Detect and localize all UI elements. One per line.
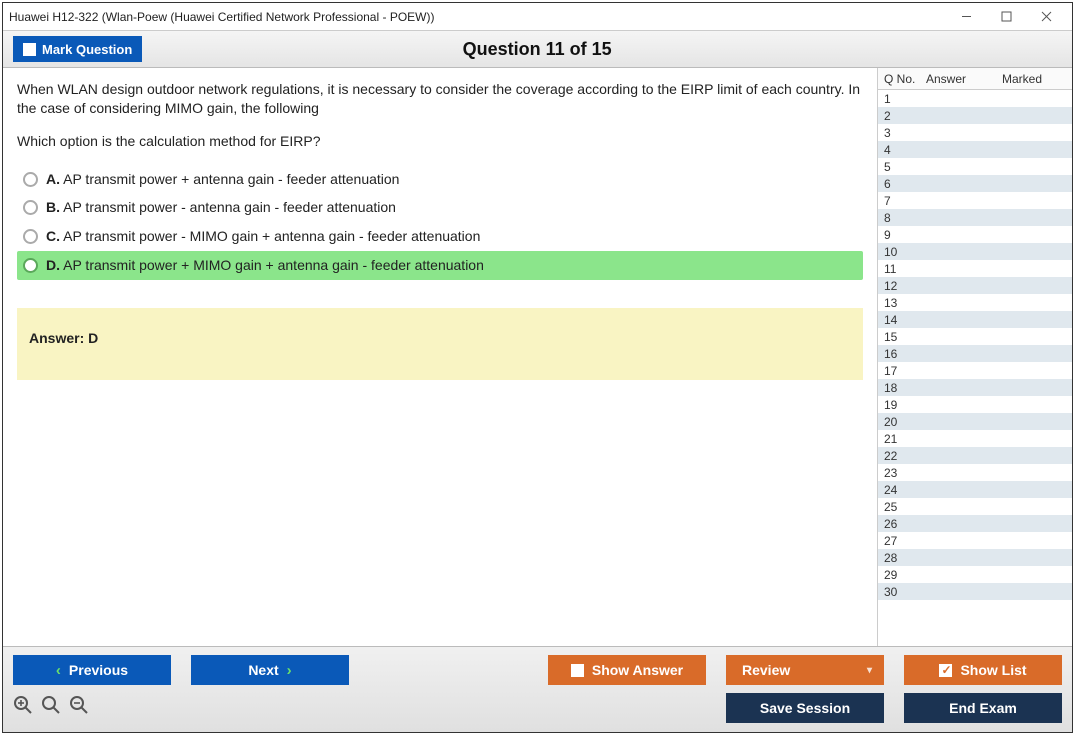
option-c-label: C. AP transmit power - MIMO gain + anten… bbox=[46, 228, 480, 245]
previous-button[interactable]: ‹ Previous bbox=[13, 655, 171, 685]
option-a[interactable]: A. AP transmit power + antenna gain - fe… bbox=[17, 165, 863, 194]
option-b-label: B. AP transmit power - antenna gain - fe… bbox=[46, 199, 396, 216]
mark-question-label: Mark Question bbox=[42, 42, 132, 57]
question-counter: Question 11 of 15 bbox=[142, 39, 932, 60]
radio-icon bbox=[23, 258, 38, 273]
options-list: A. AP transmit power + antenna gain - fe… bbox=[17, 165, 863, 280]
question-list-row[interactable]: 12 bbox=[878, 277, 1072, 294]
col-marked: Marked bbox=[996, 72, 1072, 86]
question-list-row[interactable]: 18 bbox=[878, 379, 1072, 396]
option-a-label: A. AP transmit power + antenna gain - fe… bbox=[46, 171, 399, 188]
question-paragraph-1: When WLAN design outdoor network regulat… bbox=[17, 80, 863, 118]
checkbox-icon bbox=[571, 664, 584, 677]
show-list-button[interactable]: Show List bbox=[904, 655, 1062, 685]
chevron-down-icon: ▾ bbox=[867, 665, 872, 676]
question-list-row[interactable]: 16 bbox=[878, 345, 1072, 362]
question-paragraph-2: Which option is the calculation method f… bbox=[17, 132, 863, 151]
option-b[interactable]: B. AP transmit power - antenna gain - fe… bbox=[17, 193, 863, 222]
next-button[interactable]: Next › bbox=[191, 655, 349, 685]
col-answer: Answer bbox=[920, 72, 996, 86]
titlebar: Huawei H12-322 (Wlan-Poew (Huawei Certif… bbox=[3, 3, 1072, 31]
chevron-right-icon: › bbox=[287, 662, 292, 679]
question-list-pane: Q No. Answer Marked 12345678910111213141… bbox=[877, 68, 1072, 646]
answer-box: Answer: D bbox=[17, 308, 863, 380]
question-list-row[interactable]: 15 bbox=[878, 328, 1072, 345]
zoom-out-icon[interactable] bbox=[69, 695, 89, 721]
option-d-label: D. AP transmit power + MIMO gain + anten… bbox=[46, 257, 484, 274]
question-list-row[interactable]: 5 bbox=[878, 158, 1072, 175]
question-list-row[interactable]: 17 bbox=[878, 362, 1072, 379]
question-list-row[interactable]: 4 bbox=[878, 141, 1072, 158]
review-button[interactable]: Review ▾ bbox=[726, 655, 884, 685]
question-list-row[interactable]: 2 bbox=[878, 107, 1072, 124]
question-list-row[interactable]: 27 bbox=[878, 532, 1072, 549]
question-list-row[interactable]: 30 bbox=[878, 583, 1072, 600]
question-list-row[interactable]: 21 bbox=[878, 430, 1072, 447]
show-answer-label: Show Answer bbox=[592, 662, 683, 678]
zoom-controls bbox=[13, 695, 89, 721]
question-pane: When WLAN design outdoor network regulat… bbox=[3, 68, 877, 646]
option-d[interactable]: D. AP transmit power + MIMO gain + anten… bbox=[17, 251, 863, 280]
review-label: Review bbox=[742, 662, 790, 678]
question-list-row[interactable]: 28 bbox=[878, 549, 1072, 566]
zoom-reset-icon[interactable] bbox=[41, 695, 61, 721]
question-list-row[interactable]: 29 bbox=[878, 566, 1072, 583]
question-list-row[interactable]: 3 bbox=[878, 124, 1072, 141]
radio-icon bbox=[23, 200, 38, 215]
question-list-row[interactable]: 20 bbox=[878, 413, 1072, 430]
end-exam-button[interactable]: End Exam bbox=[904, 693, 1062, 723]
question-list-row[interactable]: 19 bbox=[878, 396, 1072, 413]
window-title: Huawei H12-322 (Wlan-Poew (Huawei Certif… bbox=[9, 10, 946, 24]
minimize-button[interactable] bbox=[946, 4, 986, 30]
question-list-row[interactable]: 10 bbox=[878, 243, 1072, 260]
radio-icon bbox=[23, 229, 38, 244]
col-qno: Q No. bbox=[878, 72, 920, 86]
option-c[interactable]: C. AP transmit power - MIMO gain + anten… bbox=[17, 222, 863, 251]
question-list-row[interactable]: 25 bbox=[878, 498, 1072, 515]
end-exam-label: End Exam bbox=[949, 700, 1017, 716]
checkbox-checked-icon bbox=[939, 664, 952, 677]
question-list-row[interactable]: 14 bbox=[878, 311, 1072, 328]
question-list-row[interactable]: 23 bbox=[878, 464, 1072, 481]
radio-icon bbox=[23, 172, 38, 187]
zoom-in-icon[interactable] bbox=[13, 695, 33, 721]
footer-row-2: Save Session End Exam bbox=[13, 693, 1062, 723]
question-list-row[interactable]: 6 bbox=[878, 175, 1072, 192]
question-list-row[interactable]: 7 bbox=[878, 192, 1072, 209]
question-list-row[interactable]: 1 bbox=[878, 90, 1072, 107]
question-list-row[interactable]: 26 bbox=[878, 515, 1072, 532]
next-label: Next bbox=[248, 662, 278, 678]
checkbox-icon bbox=[23, 43, 36, 56]
question-list-row[interactable]: 11 bbox=[878, 260, 1072, 277]
question-list-header: Q No. Answer Marked bbox=[878, 68, 1072, 90]
mark-question-button[interactable]: Mark Question bbox=[13, 36, 142, 62]
app-window: Huawei H12-322 (Wlan-Poew (Huawei Certif… bbox=[2, 2, 1073, 733]
save-session-label: Save Session bbox=[760, 700, 850, 716]
show-answer-button[interactable]: Show Answer bbox=[548, 655, 706, 685]
chevron-left-icon: ‹ bbox=[56, 662, 61, 679]
maximize-button[interactable] bbox=[986, 4, 1026, 30]
previous-label: Previous bbox=[69, 662, 128, 678]
question-list-row[interactable]: 24 bbox=[878, 481, 1072, 498]
footer-row-1: ‹ Previous Next › Show Answer Review ▾ S… bbox=[13, 655, 1062, 685]
show-list-label: Show List bbox=[960, 662, 1026, 678]
header-strip: Mark Question Question 11 of 15 bbox=[3, 31, 1072, 68]
question-list-rows[interactable]: 1234567891011121314151617181920212223242… bbox=[878, 90, 1072, 646]
close-button[interactable] bbox=[1026, 4, 1066, 30]
save-session-button[interactable]: Save Session bbox=[726, 693, 884, 723]
footer-strip: ‹ Previous Next › Show Answer Review ▾ S… bbox=[3, 646, 1072, 732]
question-list-row[interactable]: 8 bbox=[878, 209, 1072, 226]
question-list-row[interactable]: 9 bbox=[878, 226, 1072, 243]
question-list-row[interactable]: 22 bbox=[878, 447, 1072, 464]
question-list-row[interactable]: 13 bbox=[878, 294, 1072, 311]
body-area: When WLAN design outdoor network regulat… bbox=[3, 68, 1072, 646]
